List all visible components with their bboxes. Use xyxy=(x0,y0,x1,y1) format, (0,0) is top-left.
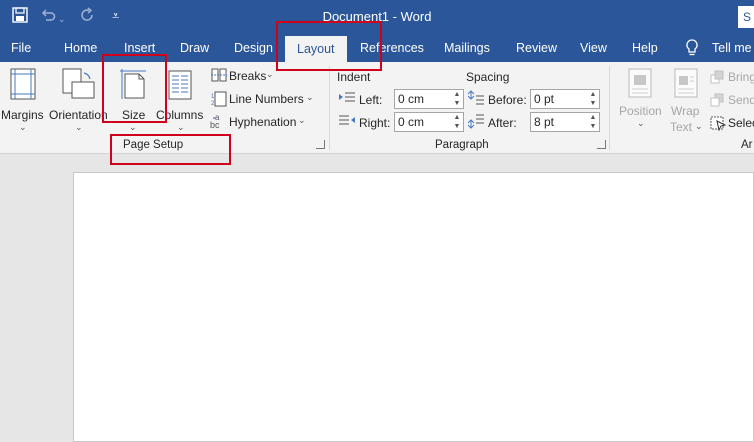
chevron-down-icon: ⌄ xyxy=(695,121,703,131)
bring-forward-icon xyxy=(710,70,724,87)
indent-right-label: Right: xyxy=(359,116,391,130)
hyphenation-icon: a bc xyxy=(209,112,227,133)
bring-forward-button[interactable]: Bring xyxy=(710,68,754,88)
svg-text:1: 1 xyxy=(211,94,215,100)
wrap-text-icon xyxy=(674,68,698,101)
tab-help[interactable]: Help xyxy=(632,34,658,62)
orientation-button[interactable]: Orientation ⌄ xyxy=(48,66,108,132)
spacing-header: Spacing xyxy=(466,70,510,84)
tab-draw[interactable]: Draw xyxy=(180,34,209,62)
tab-home[interactable]: Home xyxy=(64,34,97,62)
selection-pane-icon xyxy=(710,115,727,134)
spacing-before-input[interactable]: 0 pt ▲ ▼ xyxy=(530,89,600,109)
line-numbers-button[interactable]: 12 Line Numbers ⌄ xyxy=(208,89,326,109)
send-backward-button[interactable]: Send xyxy=(710,91,754,111)
chevron-down-icon: ⌄ xyxy=(129,122,137,132)
columns-icon xyxy=(168,70,192,103)
send-backward-label: Send xyxy=(728,93,754,107)
spinner-arrows-icon[interactable]: ▲ ▼ xyxy=(452,90,462,108)
selection-pane-button[interactable]: Selec xyxy=(710,114,754,134)
spinner-arrows-icon[interactable]: ▲ ▼ xyxy=(588,113,598,131)
wrap-text-label-2: Text xyxy=(670,120,693,134)
tab-design[interactable]: Design xyxy=(234,34,273,62)
indent-left-input[interactable]: 0 cm ▲ ▼ xyxy=(394,89,464,109)
spacing-before-label: Before: xyxy=(488,93,527,107)
chevron-down-icon: ⌄ xyxy=(637,118,645,128)
chevron-down-icon: ⌄ xyxy=(266,69,274,79)
indent-header: Indent xyxy=(337,70,371,84)
spacing-before-value: 0 pt xyxy=(534,92,555,106)
indent-right-icon xyxy=(339,114,355,131)
hyphenation-button[interactable]: a bc Hyphenation ⌄ xyxy=(208,112,326,132)
margins-label: Margins xyxy=(1,108,44,122)
tab-review[interactable]: Review xyxy=(516,34,557,62)
breaks-label: Breaks xyxy=(229,69,267,83)
tell-me-search[interactable]: Tell me w xyxy=(712,34,754,62)
group-divider xyxy=(609,66,610,150)
tab-mailings[interactable]: Mailings xyxy=(444,34,490,62)
margins-button[interactable]: Margins ⌄ xyxy=(0,66,46,132)
spacing-after-input[interactable]: 8 pt ▲ ▼ xyxy=(530,112,600,132)
orientation-icon xyxy=(62,68,96,103)
send-backward-icon xyxy=(710,93,724,110)
spinner-arrows-icon[interactable]: ▲ ▼ xyxy=(452,113,462,131)
chevron-down-icon: ⌄ xyxy=(298,115,306,125)
document-page[interactable] xyxy=(73,172,754,442)
indent-left-label: Left: xyxy=(359,93,383,107)
margins-icon xyxy=(10,68,36,103)
chevron-down-icon: ⌄ xyxy=(19,122,27,132)
spinner-arrows-icon[interactable]: ▲ ▼ xyxy=(588,90,598,108)
hyphenation-label: Hyphenation xyxy=(229,115,297,129)
spacing-before-icon xyxy=(467,90,484,109)
line-numbers-label: Line Numbers xyxy=(229,92,304,106)
selection-pane-label: Selec xyxy=(728,116,754,130)
layout-tab-highlight xyxy=(276,21,382,71)
search-box[interactable]: S xyxy=(738,6,754,28)
arrange-group-label: Ar xyxy=(741,139,753,151)
group-divider xyxy=(329,66,330,150)
wrap-text-button[interactable]: Wrap Text ⌄ xyxy=(668,66,706,136)
indent-right-input[interactable]: 0 cm ▲ ▼ xyxy=(394,112,464,132)
indent-left-icon xyxy=(339,91,355,108)
spacing-after-value: 8 pt xyxy=(534,115,555,129)
tab-file[interactable]: File xyxy=(11,34,31,62)
indent-left-value: 0 cm xyxy=(398,92,425,106)
lightbulb-icon xyxy=(686,39,698,60)
spacing-after-icon xyxy=(467,113,484,132)
position-button[interactable]: Position ⌄ xyxy=(614,66,666,136)
wrap-text-label: Wrap xyxy=(671,104,700,118)
svg-text:2: 2 xyxy=(211,101,215,107)
chevron-down-icon: ⌄ xyxy=(306,92,314,102)
line-numbers-icon: 12 xyxy=(211,91,227,110)
page-setup-dialog-launcher-icon[interactable] xyxy=(316,140,325,149)
spacing-after-label: After: xyxy=(488,116,517,130)
chevron-down-icon: ⌄ xyxy=(75,122,83,132)
svg-text:bc: bc xyxy=(210,120,220,130)
position-label: Position xyxy=(619,104,662,118)
breaks-icon xyxy=(211,68,227,85)
indent-right-value: 0 cm xyxy=(398,115,425,129)
paragraph-dialog-launcher-icon[interactable] xyxy=(597,140,606,149)
tab-view[interactable]: View xyxy=(580,34,607,62)
paragraph-group-label: Paragraph xyxy=(435,139,489,151)
size-button-highlight xyxy=(102,54,167,123)
bring-forward-label: Bring xyxy=(728,70,754,84)
page-setup-highlight xyxy=(110,134,231,165)
position-icon xyxy=(628,68,652,101)
orientation-label: Orientation xyxy=(49,108,108,122)
chevron-down-icon: ⌄ xyxy=(177,122,185,132)
